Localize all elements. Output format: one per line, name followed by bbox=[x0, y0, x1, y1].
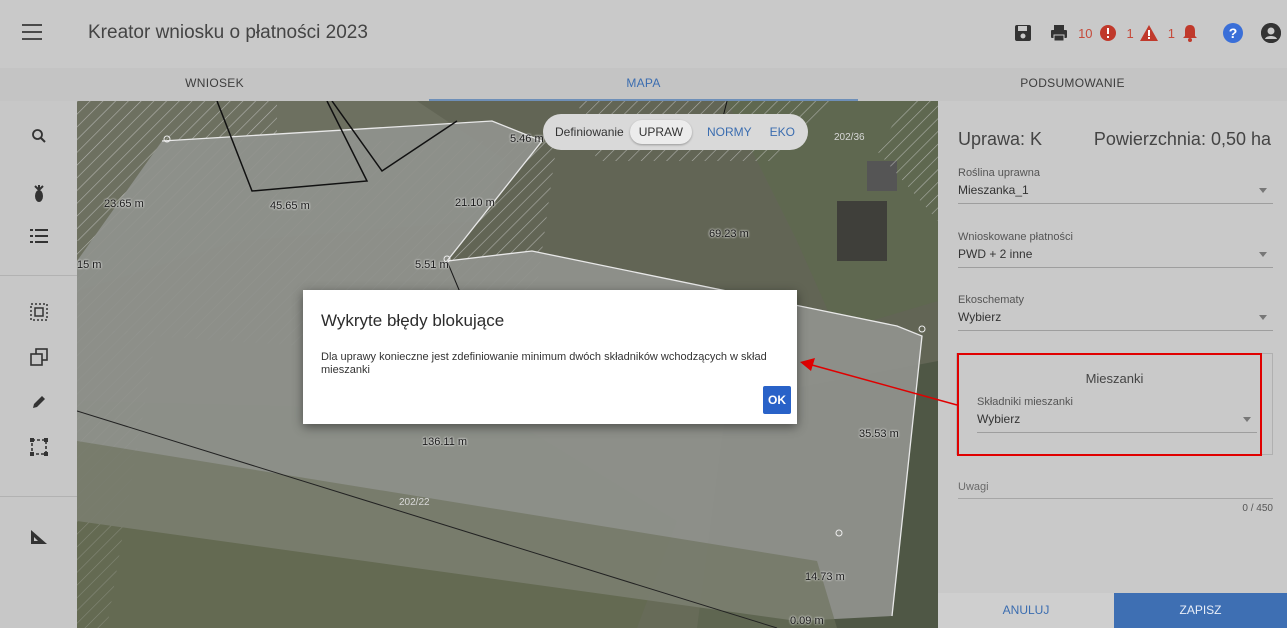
bell-icon[interactable] bbox=[1179, 22, 1201, 44]
search-icon[interactable] bbox=[28, 125, 50, 147]
crop-title: Uprawa: K bbox=[958, 129, 1043, 149]
cancel-button[interactable]: ANULUJ bbox=[938, 593, 1114, 628]
main-tabs: WNIOSEK MAPA PODSUMOWANIE bbox=[0, 68, 1287, 101]
definition-mode-toggle: Definiowanie UPRAW NORMY EKO bbox=[543, 114, 808, 150]
chevron-down-icon bbox=[1259, 252, 1267, 257]
field-value: PWD + 2 inne bbox=[958, 247, 1033, 261]
map-tools-sidebar bbox=[0, 101, 77, 628]
measurement-label: 35.53 m bbox=[859, 428, 899, 440]
measurement-label: 0.09 m bbox=[790, 615, 824, 627]
parcel-id-label: 202/22 bbox=[399, 497, 430, 508]
chevron-down-icon bbox=[1259, 188, 1267, 193]
toolbar-divider bbox=[0, 496, 77, 497]
field-label: Wnioskowane płatności bbox=[958, 231, 1073, 243]
toolbar-divider bbox=[0, 275, 77, 276]
tab-podsumowanie[interactable]: PODSUMOWANIE bbox=[858, 68, 1287, 101]
ecoschemes-select[interactable]: Ekoschematy Wybierz bbox=[958, 294, 1273, 331]
error-icon[interactable] bbox=[1097, 22, 1119, 44]
hamburger-menu-icon[interactable] bbox=[22, 24, 42, 40]
annotation-highlight-frame bbox=[957, 353, 1262, 456]
save-icon[interactable] bbox=[1012, 22, 1034, 44]
tab-mapa[interactable]: MAPA bbox=[429, 68, 858, 101]
notes-counter: 0 / 450 bbox=[1242, 503, 1273, 514]
field-value: Wybierz bbox=[958, 310, 1002, 324]
blocking-errors-dialog: Wykryte błędy blokujące Dla uprawy konie… bbox=[303, 290, 797, 424]
mode-upraw[interactable]: UPRAW bbox=[629, 120, 692, 144]
app-title: Kreator wniosku o płatności 2023 bbox=[88, 22, 368, 43]
edit-icon[interactable] bbox=[28, 391, 50, 413]
header-toolbar: 10 1 1 ? bbox=[998, 18, 1287, 48]
save-button[interactable]: ZAPISZ bbox=[1114, 593, 1287, 628]
requested-payments-select[interactable]: Wnioskowane płatności PWD + 2 inne bbox=[958, 231, 1273, 268]
field-value: Mieszanka_1 bbox=[958, 183, 1029, 197]
select-area-icon[interactable] bbox=[28, 436, 50, 458]
notification-count: 1 bbox=[1167, 25, 1175, 41]
tab-wniosek[interactable]: WNIOSEK bbox=[0, 68, 429, 101]
help-icon[interactable]: ? bbox=[1223, 23, 1243, 43]
crop-area: Powierzchnia: 0,50 ha bbox=[1093, 129, 1271, 149]
notes-field[interactable]: Uwagi bbox=[958, 481, 1273, 499]
measurement-label: 69.23 m bbox=[709, 228, 749, 240]
mode-normy[interactable]: NORMY bbox=[698, 120, 761, 144]
mode-eko[interactable]: EKO bbox=[761, 120, 804, 144]
app-header: Kreator wniosku o płatności 2023 10 1 1 … bbox=[0, 0, 1287, 68]
ok-button[interactable]: OK bbox=[763, 386, 791, 414]
crop-plant-select[interactable]: Roślina uprawna Mieszanka_1 bbox=[958, 167, 1273, 204]
measurement-label: 21.10 m bbox=[455, 197, 495, 209]
user-icon[interactable] bbox=[1261, 23, 1281, 43]
measurement-label: 5.51 m bbox=[415, 259, 449, 271]
field-label: Ekoschematy bbox=[958, 294, 1025, 306]
measure-icon[interactable] bbox=[28, 526, 50, 548]
measurement-label: 23.65 m bbox=[104, 198, 144, 210]
field-label: Roślina uprawna bbox=[958, 167, 1040, 179]
dialog-title: Wykryte błędy blokujące bbox=[321, 311, 505, 330]
warning-count: 1 bbox=[1126, 25, 1134, 41]
list-icon[interactable] bbox=[28, 225, 50, 247]
print-icon[interactable] bbox=[1048, 22, 1070, 44]
measurement-label: 45.65 m bbox=[270, 200, 310, 212]
dialog-message: Dla uprawy konieczne jest zdefiniowanie … bbox=[321, 351, 767, 376]
error-count: 10 bbox=[1078, 25, 1093, 41]
chevron-down-icon bbox=[1259, 315, 1267, 320]
measurement-label: 5.46 m bbox=[510, 133, 544, 145]
plant-icon[interactable] bbox=[28, 183, 50, 205]
copy-icon[interactable] bbox=[28, 346, 50, 368]
warning-icon[interactable] bbox=[1138, 22, 1160, 44]
measurement-label: 15 m bbox=[77, 259, 102, 271]
mode-label: Definiowanie bbox=[555, 125, 624, 139]
measurement-label: 136.11 m bbox=[422, 436, 468, 448]
parcel-id-label: 202/36 bbox=[834, 132, 865, 143]
measurement-label: 14.73 m bbox=[805, 571, 845, 583]
select-parcel-icon[interactable] bbox=[28, 301, 50, 323]
